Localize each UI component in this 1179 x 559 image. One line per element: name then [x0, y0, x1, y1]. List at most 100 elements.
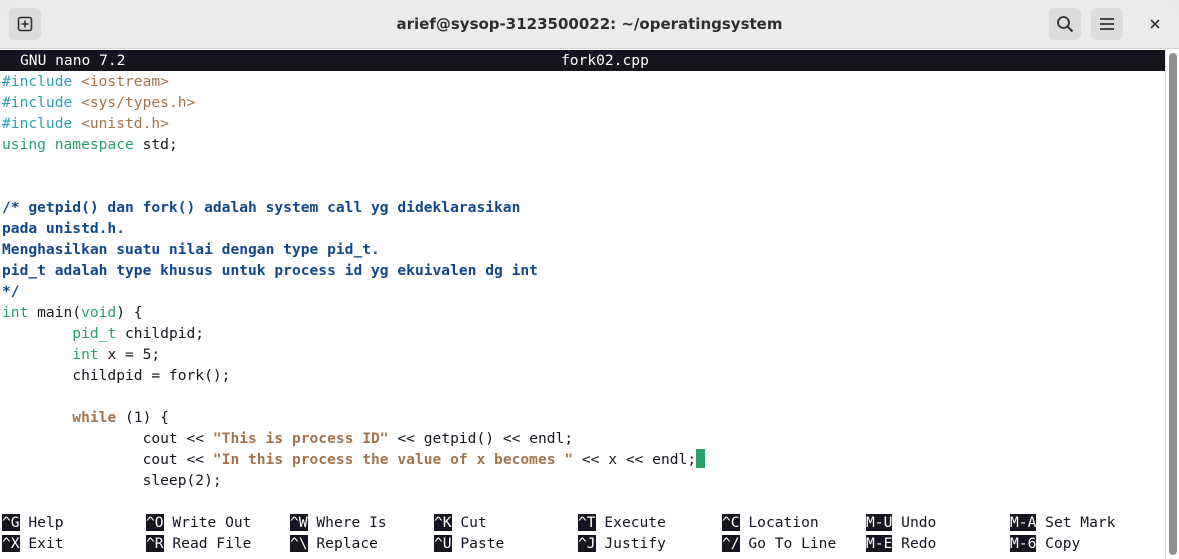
shortcut-write-out[interactable]: ^O Write Out	[146, 512, 251, 533]
shortcut-key: ^R	[146, 535, 164, 552]
shortcut-copy[interactable]: M-6 Copy	[1010, 533, 1080, 554]
shortcut-label: Help	[28, 514, 64, 531]
comment-line: Menghasilkan suatu nilai dengan type pid…	[2, 241, 380, 258]
shortcut-label: Set Mark	[1045, 514, 1116, 531]
shortcut-label: Exit	[28, 535, 64, 552]
code-token: "This is process ID"	[212, 430, 389, 447]
shortcut-label: Justify	[604, 535, 666, 552]
shortcut-label: Replace	[316, 535, 378, 552]
menu-button[interactable]	[1091, 8, 1123, 40]
shortcut-label: Where Is	[316, 514, 387, 531]
shortcut-key: M-A	[1010, 514, 1037, 531]
shortcut-key: ^C	[722, 514, 740, 531]
shortcut-key: ^U	[434, 535, 452, 552]
shortcut-key: M-U	[866, 514, 893, 531]
shortcut-key: ^\	[290, 535, 308, 552]
code-token: cout <<	[2, 451, 213, 468]
code-line: #include <iostream>	[2, 71, 169, 92]
shortcut-replace[interactable]: ^\ Replace	[290, 533, 378, 554]
code-token: <unistd.h>	[81, 115, 169, 132]
code-line: int main(void) {	[2, 302, 143, 323]
code-token: #include	[2, 115, 82, 132]
search-button[interactable]	[1049, 8, 1081, 40]
code-line: int x = 5;	[2, 344, 160, 365]
shortcut-read-file[interactable]: ^R Read File	[146, 533, 251, 554]
shortcut-help[interactable]: ^G Help	[2, 512, 64, 533]
shortcut-label: Location	[748, 514, 819, 531]
window-title: arief@sysop-3123500022: ~/operatingsyste…	[396, 15, 783, 33]
code-token: childpid;	[116, 325, 205, 342]
shortcut-execute[interactable]: ^T Execute	[578, 512, 666, 533]
shortcut-location[interactable]: ^C Location	[722, 512, 819, 533]
shortcut-paste[interactable]: ^U Paste	[434, 533, 504, 554]
shortcut-key: ^W	[290, 514, 308, 531]
shortcut-label: Redo	[901, 535, 937, 552]
shortcut-label: Copy	[1045, 535, 1081, 552]
shortcut-label: Undo	[901, 514, 937, 531]
code-token: int	[2, 304, 29, 321]
code-token: ) {	[116, 304, 143, 321]
terminal-content[interactable]: GNU nano 7.2 fork02.cpp #include <iostre…	[0, 49, 1165, 559]
comment-line: /* getpid() dan fork() adalah system cal…	[2, 199, 521, 216]
code-line: #include <sys/types.h>	[2, 92, 195, 113]
shortcut-label: Write Out	[172, 514, 252, 531]
code-line: using namespace std;	[2, 134, 178, 155]
shortcut-label: Read File	[172, 535, 252, 552]
shortcut-exit[interactable]: ^X Exit	[2, 533, 64, 554]
code-token: (1) {	[116, 409, 169, 426]
shortcut-key: M-E	[866, 535, 893, 552]
code-line: childpid = fork();	[2, 367, 231, 384]
scrollbar-thumb[interactable]	[1169, 53, 1177, 555]
code-line: cout << "In this process the value of x …	[2, 449, 706, 470]
shortcut-label: Cut	[460, 514, 487, 531]
shortcut-label: Execute	[604, 514, 666, 531]
terminal-window: arief@sysop-3123500022: ~/operatingsyste…	[0, 0, 1179, 559]
shortcut-key: M-6	[1010, 535, 1037, 552]
code-line: while (1) {	[2, 407, 169, 428]
code-token: #include	[2, 73, 82, 90]
shortcut-key: ^/	[722, 535, 740, 552]
shortcut-where-is[interactable]: ^W Where Is	[290, 512, 387, 533]
nano-header: GNU nano 7.2 fork02.cpp	[0, 50, 1165, 71]
file-name: fork02.cpp	[561, 52, 649, 69]
shortcut-undo[interactable]: M-U Undo	[866, 512, 936, 533]
shortcut-justify[interactable]: ^J Justify	[578, 533, 666, 554]
code-line: pid_t childpid;	[2, 323, 204, 344]
shortcut-label: Go To Line	[748, 535, 837, 552]
code-line: #include <unistd.h>	[2, 113, 169, 134]
code-token: while	[72, 409, 117, 426]
close-button[interactable]	[1139, 8, 1171, 40]
titlebar: arief@sysop-3123500022: ~/operatingsyste…	[0, 0, 1179, 49]
code-token: x = 5;	[98, 346, 161, 363]
shortcut-cut[interactable]: ^K Cut	[434, 512, 487, 533]
shortcut-key: ^X	[2, 535, 20, 552]
comment-line: pada unistd.h.	[2, 220, 126, 237]
code-token: <iostream>	[81, 73, 169, 90]
shortcut-key: ^K	[434, 514, 452, 531]
shortcut-key: ^T	[578, 514, 596, 531]
code-token: "In this process the value of x becomes …	[212, 451, 574, 468]
code-token: #include	[2, 94, 82, 111]
shortcut-go-to-line[interactable]: ^/ Go To Line	[722, 533, 836, 554]
shortcut-redo[interactable]: M-E Redo	[866, 533, 936, 554]
code-token: namespace	[54, 136, 134, 153]
comment-line: pid_t adalah type khusus untuk process i…	[2, 262, 538, 279]
shortcut-set-mark[interactable]: M-A Set Mark	[1010, 512, 1115, 533]
code-token: void	[81, 304, 117, 321]
code-line: sleep(2);	[2, 472, 222, 489]
code-token: using	[2, 136, 46, 153]
code-token: int	[72, 346, 99, 363]
comment-line: */	[2, 283, 20, 300]
close-icon	[1150, 19, 1160, 29]
shortcut-key: ^O	[146, 514, 164, 531]
code-token: cout <<	[2, 430, 213, 447]
code-token: << getpid() << endl;	[388, 430, 574, 447]
shortcut-label: Paste	[460, 535, 505, 552]
scrollbar[interactable]	[1165, 49, 1179, 559]
hamburger-menu-icon	[1100, 18, 1114, 30]
code-token: main(	[28, 304, 82, 321]
